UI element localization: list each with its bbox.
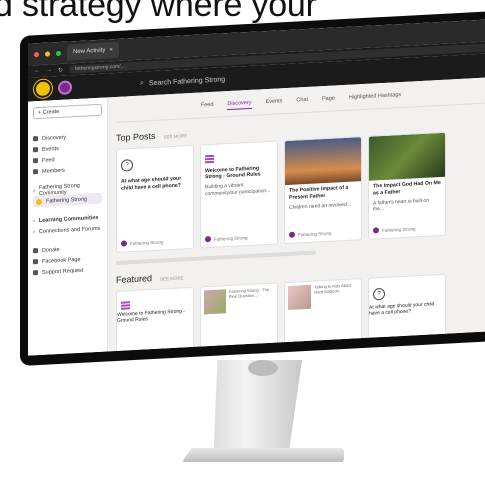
post-author: Fathering Strong <box>373 225 416 234</box>
tab-events[interactable]: Events <box>266 98 283 108</box>
sidebar-item-label: Fathering Strong <box>46 195 87 205</box>
calendar-icon <box>33 147 38 153</box>
browser-tab-label: New Activity <box>73 47 106 56</box>
tab-chat[interactable]: Chat <box>296 97 308 107</box>
featured-image <box>204 289 226 315</box>
list-icon <box>121 301 130 310</box>
featured-title: Featured <box>116 273 153 285</box>
top-posts-list: ? At what age should your child have a c… <box>116 130 485 253</box>
post-card[interactable]: The Impact God Had On Me as a Father A f… <box>368 131 446 240</box>
post-author: Fathering Strong <box>121 238 164 247</box>
chevron-right-icon: › <box>33 187 35 194</box>
featured-list: Welcome to Fathering Strong - Ground Rul… <box>116 272 485 352</box>
community-avatar <box>36 198 42 205</box>
featured-see-more[interactable]: SEE MORE <box>160 275 184 281</box>
featured-card[interactable]: Welcome to Fathering Strong - Ground Rul… <box>116 286 194 352</box>
sidebar-link-support[interactable]: Support Request <box>33 264 102 279</box>
sidebar-item-label: Donate <box>42 246 60 254</box>
post-excerpt: A father's heart is built on the... <box>373 197 429 213</box>
post-image <box>285 137 361 186</box>
question-icon: ? <box>121 159 133 172</box>
post-card[interactable]: ? At what age should your child have a c… <box>116 144 194 253</box>
window-minimize-dot[interactable] <box>45 50 50 57</box>
chevron-right-icon: › <box>33 228 35 235</box>
link-icon <box>33 270 38 276</box>
tab-discovery[interactable]: Discovery <box>227 99 252 111</box>
sun-logo-icon[interactable] <box>36 81 50 97</box>
sidebar-item-label: Learning Communities <box>38 214 99 224</box>
monitor-screen: New Activity × ← → ↻ fatheringstrong.com… <box>28 19 485 356</box>
forward-icon[interactable]: → <box>46 67 52 73</box>
question-icon: ? <box>373 287 385 301</box>
author-name: Fathering Strong <box>298 230 332 237</box>
link-icon <box>33 248 38 254</box>
feed-icon <box>33 158 38 164</box>
monitor-bezel: New Activity × ← → ↻ fatheringstrong.com… <box>20 10 485 366</box>
avatar <box>289 231 295 238</box>
link-icon <box>33 259 38 265</box>
featured-image <box>288 284 312 310</box>
sidebar-item-label: Discovery <box>42 134 67 142</box>
sidebar-item-label: Members <box>42 167 65 175</box>
featured-card[interactable]: Talking to Kids About Hard Subjects <box>284 278 362 352</box>
sidebar: + Create Discovery Events Feed Members ›… <box>28 97 108 356</box>
sidebar-item-label: Events <box>42 145 59 153</box>
post-image <box>369 132 445 181</box>
post-card[interactable]: The Positive Impact of a Present Father … <box>284 136 362 245</box>
reload-icon[interactable]: ↻ <box>58 66 63 73</box>
back-icon[interactable]: ← <box>34 68 40 74</box>
author-name: Fathering Strong <box>214 234 248 242</box>
post-author: Fathering Strong <box>205 234 248 243</box>
chevron-right-icon: › <box>33 217 35 224</box>
post-excerpt: Building a vibrant community/our partici… <box>205 182 271 197</box>
featured-card[interactable]: ? At what age should your child have a c… <box>368 273 446 348</box>
post-card[interactable]: Welcome to Fathering Strong - Ground Rul… <box>200 140 278 249</box>
window-maximize-dot[interactable] <box>56 50 61 56</box>
post-author: Fathering Strong <box>289 230 332 238</box>
list-icon <box>205 154 214 163</box>
monitor-stand-hinge <box>248 360 278 376</box>
app-body: + Create Discovery Events Feed Members ›… <box>28 77 485 356</box>
author-name: Fathering Strong <box>382 225 416 233</box>
create-button[interactable]: + Create <box>33 103 102 120</box>
brand-logo-icon[interactable] <box>58 80 72 96</box>
window-close-dot[interactable] <box>34 51 39 57</box>
featured-card-title: At what age should your child have a cel… <box>369 300 445 317</box>
members-icon <box>33 169 38 175</box>
avatar <box>121 240 127 247</box>
product-mockup: d strategy where your New Activity × ← →… <box>0 0 485 477</box>
tab-page[interactable]: Page <box>322 95 335 105</box>
top-posts-see-more[interactable]: SEE MORE <box>164 133 188 139</box>
main-content: Feed Discovery Events Chat Page Highligh… <box>108 77 485 352</box>
featured-card-text: Fathering Strong - The Real Question... <box>228 286 270 300</box>
sidebar-item-label: Feed <box>42 156 55 164</box>
sidebar-item-label: Facebook Page <box>42 256 81 265</box>
sidebar-item-label: Support Request <box>42 267 84 276</box>
compass-icon <box>33 136 38 142</box>
tab-hashtags[interactable]: Highlighted Hashtags <box>349 92 401 104</box>
search-icon: ⌕ <box>140 79 144 87</box>
avatar <box>205 235 211 243</box>
author-name: Fathering Strong <box>130 238 164 246</box>
featured-card[interactable]: Fathering Strong - The Real Question... <box>200 282 278 352</box>
tab-feed[interactable]: Feed <box>201 102 214 112</box>
headline-text: d strategy where your <box>0 0 317 24</box>
monitor-stand-base <box>182 448 344 462</box>
top-posts-title: Top Posts <box>116 130 156 143</box>
search-bar[interactable]: ⌕ Search Fathering Strong <box>140 75 225 87</box>
search-placeholder: Search Fathering Strong <box>148 75 226 87</box>
featured-card-title: Welcome to Fathering Strong - Ground Rul… <box>117 307 193 324</box>
horizontal-scrollbar[interactable] <box>116 250 316 265</box>
sidebar-item-label: Connections and Forums <box>38 225 101 235</box>
featured-card-text: Talking to Kids About Hard Subjects <box>314 282 352 295</box>
post-title: At what age should your child have a cel… <box>121 175 182 192</box>
close-tab-icon[interactable]: × <box>109 47 113 53</box>
avatar <box>373 227 379 234</box>
browser-tab[interactable]: New Activity × <box>67 41 119 61</box>
